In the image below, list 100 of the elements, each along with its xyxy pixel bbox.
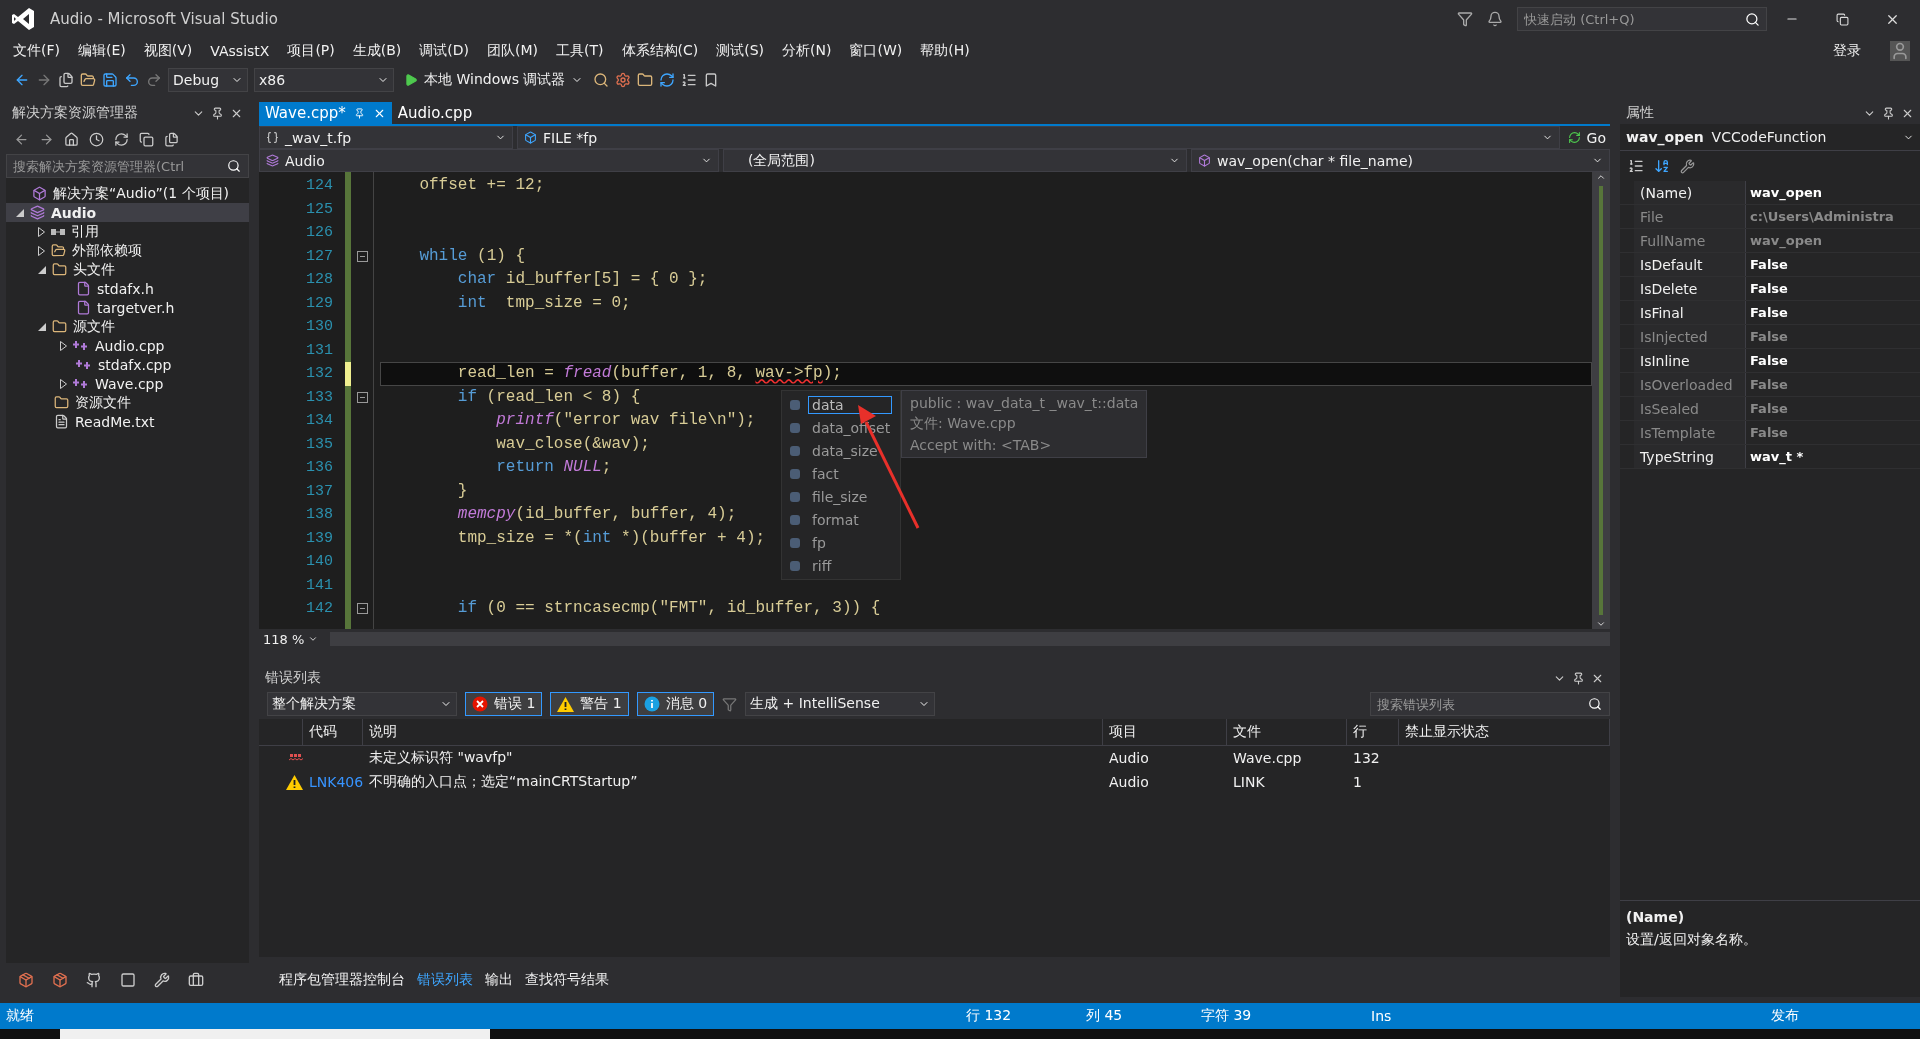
document-tab[interactable]: Wave.cpp* xyxy=(259,102,392,124)
completion-item[interactable]: format xyxy=(782,508,900,531)
window-icon[interactable] xyxy=(120,972,136,988)
sync-icon[interactable] xyxy=(114,131,129,147)
forward-icon[interactable] xyxy=(39,131,54,147)
fold-toggle[interactable] xyxy=(356,250,368,262)
collapse-arrow-icon[interactable] xyxy=(38,322,46,331)
tree-item[interactable]: 外部依赖项 xyxy=(6,241,249,260)
menu-item[interactable]: 工具(T) xyxy=(547,40,613,62)
expand-arrow-icon[interactable] xyxy=(60,340,67,351)
publish-button[interactable]: 发布 xyxy=(1771,1007,1799,1025)
function-dropdown[interactable]: wav_open(char * file_name) xyxy=(1191,149,1610,172)
menu-item[interactable]: 文件(F) xyxy=(4,40,69,62)
tree-item[interactable]: 头文件 xyxy=(6,260,249,279)
notification-icon[interactable] xyxy=(1487,11,1503,27)
back-icon[interactable] xyxy=(14,131,29,147)
scrollbar[interactable] xyxy=(1592,172,1610,629)
document-tab[interactable]: Audio.cpp xyxy=(391,102,479,124)
tree-item[interactable]: stdafx.cpp xyxy=(6,355,249,374)
go-button[interactable]: Go xyxy=(1563,126,1610,149)
pin-icon[interactable] xyxy=(1882,106,1895,120)
scroll-up-icon[interactable] xyxy=(1596,172,1606,182)
filter-icon[interactable] xyxy=(1457,11,1473,27)
toolbox-icon[interactable] xyxy=(188,972,204,988)
panel-tab[interactable]: 错误列表 xyxy=(411,971,479,989)
open-icon[interactable] xyxy=(80,72,96,88)
find-icon[interactable] xyxy=(593,72,610,88)
menu-item[interactable]: 生成(B) xyxy=(343,40,411,62)
properties-icon[interactable] xyxy=(164,131,179,147)
forward-icon[interactable] xyxy=(36,72,52,88)
expand-arrow-icon[interactable] xyxy=(38,245,45,256)
tree-item[interactable]: 解决方案“Audio”(1 个项目) xyxy=(6,184,249,203)
completion-item[interactable]: fact xyxy=(782,462,900,485)
new-project-icon[interactable] xyxy=(58,72,74,88)
completion-item[interactable]: fp xyxy=(782,531,900,554)
tree-item[interactable]: 源文件 xyxy=(6,317,249,336)
account-icon[interactable] xyxy=(1890,41,1910,61)
platform-dropdown[interactable]: x86 xyxy=(254,68,394,92)
column-header[interactable]: 禁止显示状态 xyxy=(1399,719,1610,746)
menu-item[interactable]: VAssistX xyxy=(201,41,279,61)
tree-item[interactable]: Audio xyxy=(6,203,249,222)
quick-launch-field[interactable]: 快速启动 (Ctrl+Q) xyxy=(1517,7,1767,31)
expand-arrow-icon[interactable] xyxy=(60,378,67,389)
menu-item[interactable]: 帮助(H) xyxy=(911,40,979,62)
property-value[interactable]: wav_open xyxy=(1746,229,1920,252)
tree-item[interactable]: 引用 xyxy=(6,222,249,241)
menu-item[interactable]: 项目(P) xyxy=(278,40,344,62)
property-value[interactable]: False xyxy=(1746,301,1920,324)
property-value[interactable]: wav_t * xyxy=(1746,445,1920,468)
project-dropdown[interactable]: Audio xyxy=(259,149,719,172)
expand-arrow-icon[interactable] xyxy=(38,226,45,237)
property-value[interactable]: False xyxy=(1746,373,1920,396)
menu-item[interactable]: 调试(D) xyxy=(410,40,479,62)
filter-toggle[interactable]: 错误 1 xyxy=(465,692,543,716)
gear-icon[interactable] xyxy=(615,72,632,88)
start-debugger-button[interactable]: 本地 Windows 调试器 xyxy=(400,71,588,89)
tree-item[interactable]: ReadMe.txt xyxy=(6,412,249,431)
list-icon[interactable] xyxy=(681,72,698,88)
folder-icon[interactable] xyxy=(637,72,654,88)
menu-item[interactable]: 测试(S) xyxy=(707,40,774,62)
column-header[interactable]: 说明 xyxy=(363,719,1103,746)
pin-icon[interactable] xyxy=(1572,671,1585,685)
scroll-down-icon[interactable] xyxy=(1596,619,1606,629)
configuration-dropdown[interactable]: Debug xyxy=(168,68,248,92)
categorized-icon[interactable] xyxy=(1628,158,1644,174)
home-icon[interactable] xyxy=(64,131,79,147)
property-value[interactable]: wav_open xyxy=(1746,181,1920,204)
package-icon[interactable] xyxy=(18,972,34,988)
wrench-icon[interactable] xyxy=(1680,158,1695,174)
error-code-link[interactable]: LNK406 xyxy=(309,774,364,790)
pin-icon[interactable] xyxy=(211,106,224,120)
tree-item[interactable]: targetver.h xyxy=(6,298,249,317)
column-header[interactable]: 代码 xyxy=(303,719,363,746)
type-dropdown[interactable]: FILE *fp xyxy=(517,126,1560,149)
menu-item[interactable]: 视图(V) xyxy=(134,40,202,62)
tree-item[interactable]: 资源文件 xyxy=(6,393,249,412)
completion-item[interactable]: riff xyxy=(782,554,900,577)
search-field[interactable]: 搜索解决方案资源管理器(Ctrl xyxy=(6,154,249,178)
panel-tab[interactable]: 程序包管理器控制台 xyxy=(273,971,411,989)
menu-item[interactable]: 编辑(E) xyxy=(69,40,135,62)
tree-item[interactable]: Wave.cpp xyxy=(6,374,249,393)
fold-toggle[interactable] xyxy=(356,391,368,403)
column-header[interactable]: 行 xyxy=(1347,719,1399,746)
menu-item[interactable]: 体系结构(C) xyxy=(612,40,708,62)
menu-item[interactable]: 团队(M) xyxy=(478,40,548,62)
scope-dropdown[interactable]: (全局范围) xyxy=(723,149,1187,172)
property-value[interactable]: False xyxy=(1746,277,1920,300)
wrench-icon[interactable] xyxy=(154,972,170,988)
source-dropdown[interactable]: 生成 + IntelliSense xyxy=(745,692,936,716)
property-value[interactable]: False xyxy=(1746,421,1920,444)
panel-tab[interactable]: 输出 xyxy=(479,971,519,989)
collapse-arrow-icon[interactable] xyxy=(38,265,46,274)
property-value[interactable]: False xyxy=(1746,253,1920,276)
package-icon[interactable] xyxy=(52,972,68,988)
github-icon[interactable] xyxy=(86,972,102,988)
back-icon[interactable] xyxy=(14,72,30,88)
menu-item[interactable]: 窗口(W) xyxy=(840,40,912,62)
save-icon[interactable] xyxy=(102,72,118,88)
property-value[interactable]: False xyxy=(1746,325,1920,348)
completion-item[interactable]: file_size xyxy=(782,485,900,508)
